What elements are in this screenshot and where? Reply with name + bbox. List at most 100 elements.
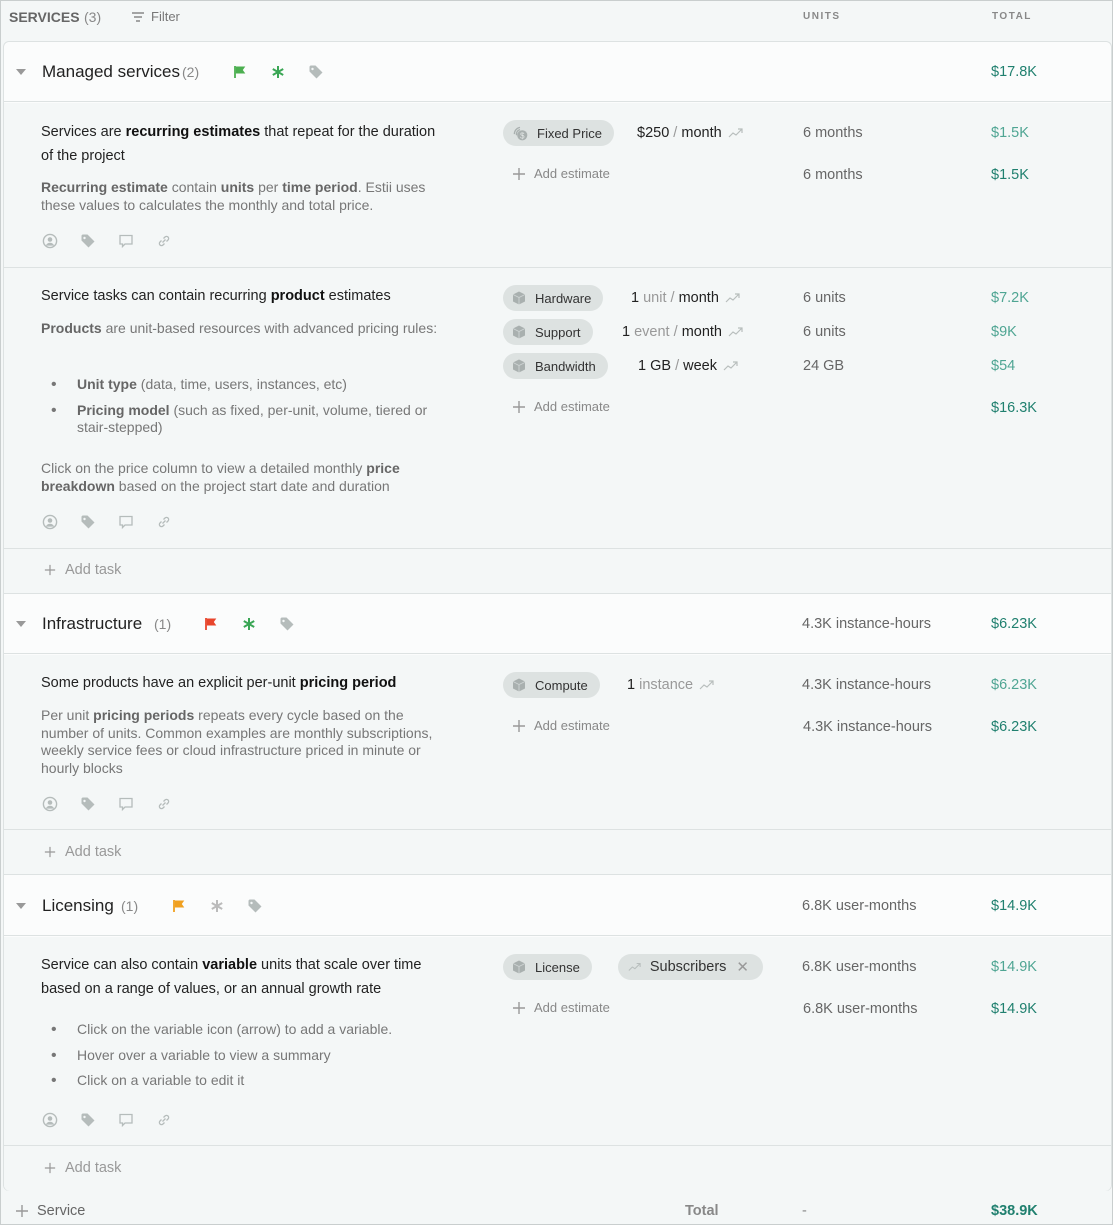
filter-label: Filter: [151, 9, 180, 24]
footer-total-label: Total: [685, 1203, 719, 1219]
trend-icon[interactable]: [699, 679, 715, 691]
tag-icon[interactable]: [279, 616, 295, 632]
link-icon[interactable]: [156, 514, 172, 530]
service-group-managed-services[interactable]: Managed services (2) $17.8K: [4, 42, 1111, 102]
add-service-button[interactable]: Service: [15, 1203, 85, 1219]
add-task-row: Add task: [4, 1146, 1111, 1191]
task-subtotal-units: 4.3K instance-hours: [803, 719, 932, 735]
column-header-units: UNITS: [803, 11, 841, 22]
comment-icon[interactable]: [118, 233, 134, 249]
assignee-icon[interactable]: [42, 1112, 58, 1128]
flag-icon[interactable]: [172, 899, 186, 913]
tag-icon[interactable]: [80, 233, 96, 249]
filter-icon: [131, 11, 145, 23]
flag-icon[interactable]: [233, 65, 247, 79]
estimate-quantity[interactable]: 1 GB / week: [638, 358, 739, 374]
link-icon[interactable]: [156, 1112, 172, 1128]
tag-icon[interactable]: [308, 64, 324, 80]
task-row: Services are recurring estimates that re…: [4, 103, 1111, 268]
remove-variable-icon[interactable]: ✕: [736, 958, 749, 976]
chip-label: License: [535, 959, 580, 975]
trend-icon[interactable]: [728, 326, 744, 338]
coins-icon: [511, 124, 529, 142]
add-task-button[interactable]: Add task: [44, 1160, 121, 1176]
estimate-quantity[interactable]: 1 instance: [627, 677, 715, 693]
estimate-units: 6.8K user-months: [802, 959, 917, 975]
estimate-chip-hardware[interactable]: Hardware: [503, 285, 604, 311]
add-task-button[interactable]: Add task: [44, 844, 121, 860]
task-title: Service can also contain variable units …: [41, 957, 422, 997]
asterisk-icon[interactable]: [271, 65, 285, 79]
chip-label: Bandwidth: [535, 358, 596, 374]
tag-icon[interactable]: [247, 898, 263, 914]
estimate-chip-license[interactable]: License: [503, 954, 592, 980]
add-estimate-button[interactable]: Add estimate: [512, 1000, 610, 1015]
tag-icon[interactable]: [80, 514, 96, 530]
trend-icon[interactable]: [728, 127, 744, 139]
estimate-chip-compute[interactable]: Compute: [503, 672, 600, 698]
task-subtotal: $16.3K: [991, 400, 1037, 416]
estimate-quantity[interactable]: 1 event / month: [622, 324, 744, 340]
plus-icon: [512, 719, 526, 733]
assignee-icon[interactable]: [42, 233, 58, 249]
estimate-total[interactable]: $14.9K: [991, 959, 1037, 975]
filter-button[interactable]: Filter: [131, 9, 180, 24]
flag-icon[interactable]: [204, 617, 218, 631]
estimate-units: 6 months: [803, 125, 863, 141]
estimate-total[interactable]: $6.23K: [991, 677, 1037, 693]
link-icon[interactable]: [156, 233, 172, 249]
estimate-units: 24 GB: [803, 358, 845, 374]
estimate-chip-support[interactable]: Support: [503, 319, 593, 345]
add-estimate-button[interactable]: Add estimate: [512, 718, 610, 733]
task-description: Products are unit-based resources with a…: [41, 320, 438, 336]
asterisk-icon[interactable]: [242, 617, 256, 631]
plus-icon: [512, 167, 526, 181]
assignee-icon[interactable]: [42, 514, 58, 530]
trend-icon[interactable]: [725, 292, 741, 304]
chip-label: Fixed Price: [537, 125, 603, 141]
group-units: 4.3K instance-hours: [802, 616, 931, 632]
collapse-caret-icon[interactable]: [16, 903, 26, 909]
group-total: $14.9K: [991, 898, 1037, 914]
comment-icon[interactable]: [118, 796, 134, 812]
estimate-quantity[interactable]: $250 / month: [637, 125, 744, 141]
estimate-total[interactable]: $9K: [991, 324, 1017, 340]
plus-icon: [15, 1204, 29, 1218]
task-description-outro: Click on the price column to view a deta…: [41, 460, 400, 494]
collapse-caret-icon[interactable]: [16, 69, 26, 75]
plus-icon: [512, 1001, 526, 1015]
estimate-total[interactable]: $1.5K: [991, 125, 1029, 141]
group-name[interactable]: Licensing: [42, 896, 114, 916]
add-estimate-button[interactable]: Add estimate: [512, 399, 610, 414]
chip-label: Support: [535, 324, 581, 340]
asterisk-icon[interactable]: [210, 899, 224, 913]
variable-chip-subscribers[interactable]: Subscribers ✕: [618, 954, 763, 980]
estimate-total[interactable]: $7.2K: [991, 290, 1029, 306]
service-group-licensing[interactable]: Licensing (1) 6.8K user-months $14.9K: [4, 876, 1111, 936]
comment-icon[interactable]: [118, 1112, 134, 1128]
group-count: (1): [121, 898, 139, 914]
plus-icon: [512, 400, 526, 414]
bullet-item: Unit type (data, time, users, instances,…: [41, 376, 441, 393]
assignee-icon[interactable]: [42, 796, 58, 812]
estimate-chip-fixed-price[interactable]: Fixed Price: [503, 120, 615, 146]
estimate-quantity[interactable]: 1 unit / month: [631, 290, 741, 306]
group-name[interactable]: Managed services: [42, 62, 180, 82]
collapse-caret-icon[interactable]: [16, 621, 26, 627]
box-icon: [511, 959, 527, 975]
estimate-units: 6 units: [803, 324, 846, 340]
add-task-button[interactable]: Add task: [44, 562, 121, 578]
box-icon: [511, 324, 527, 340]
trend-icon[interactable]: [723, 360, 739, 372]
task-row: Service can also contain variable units …: [4, 937, 1111, 1146]
add-estimate-button[interactable]: Add estimate: [512, 166, 610, 181]
tag-icon[interactable]: [80, 796, 96, 812]
group-name[interactable]: Infrastructure: [42, 614, 142, 634]
estimate-chip-bandwidth[interactable]: Bandwidth: [503, 353, 608, 379]
service-group-infrastructure[interactable]: Infrastructure (1) 4.3K instance-hours $…: [4, 594, 1111, 654]
task-title: Services are recurring estimates that re…: [41, 124, 436, 164]
tag-icon[interactable]: [80, 1112, 96, 1128]
link-icon[interactable]: [156, 796, 172, 812]
estimate-total[interactable]: $54: [991, 358, 1015, 374]
comment-icon[interactable]: [118, 514, 134, 530]
